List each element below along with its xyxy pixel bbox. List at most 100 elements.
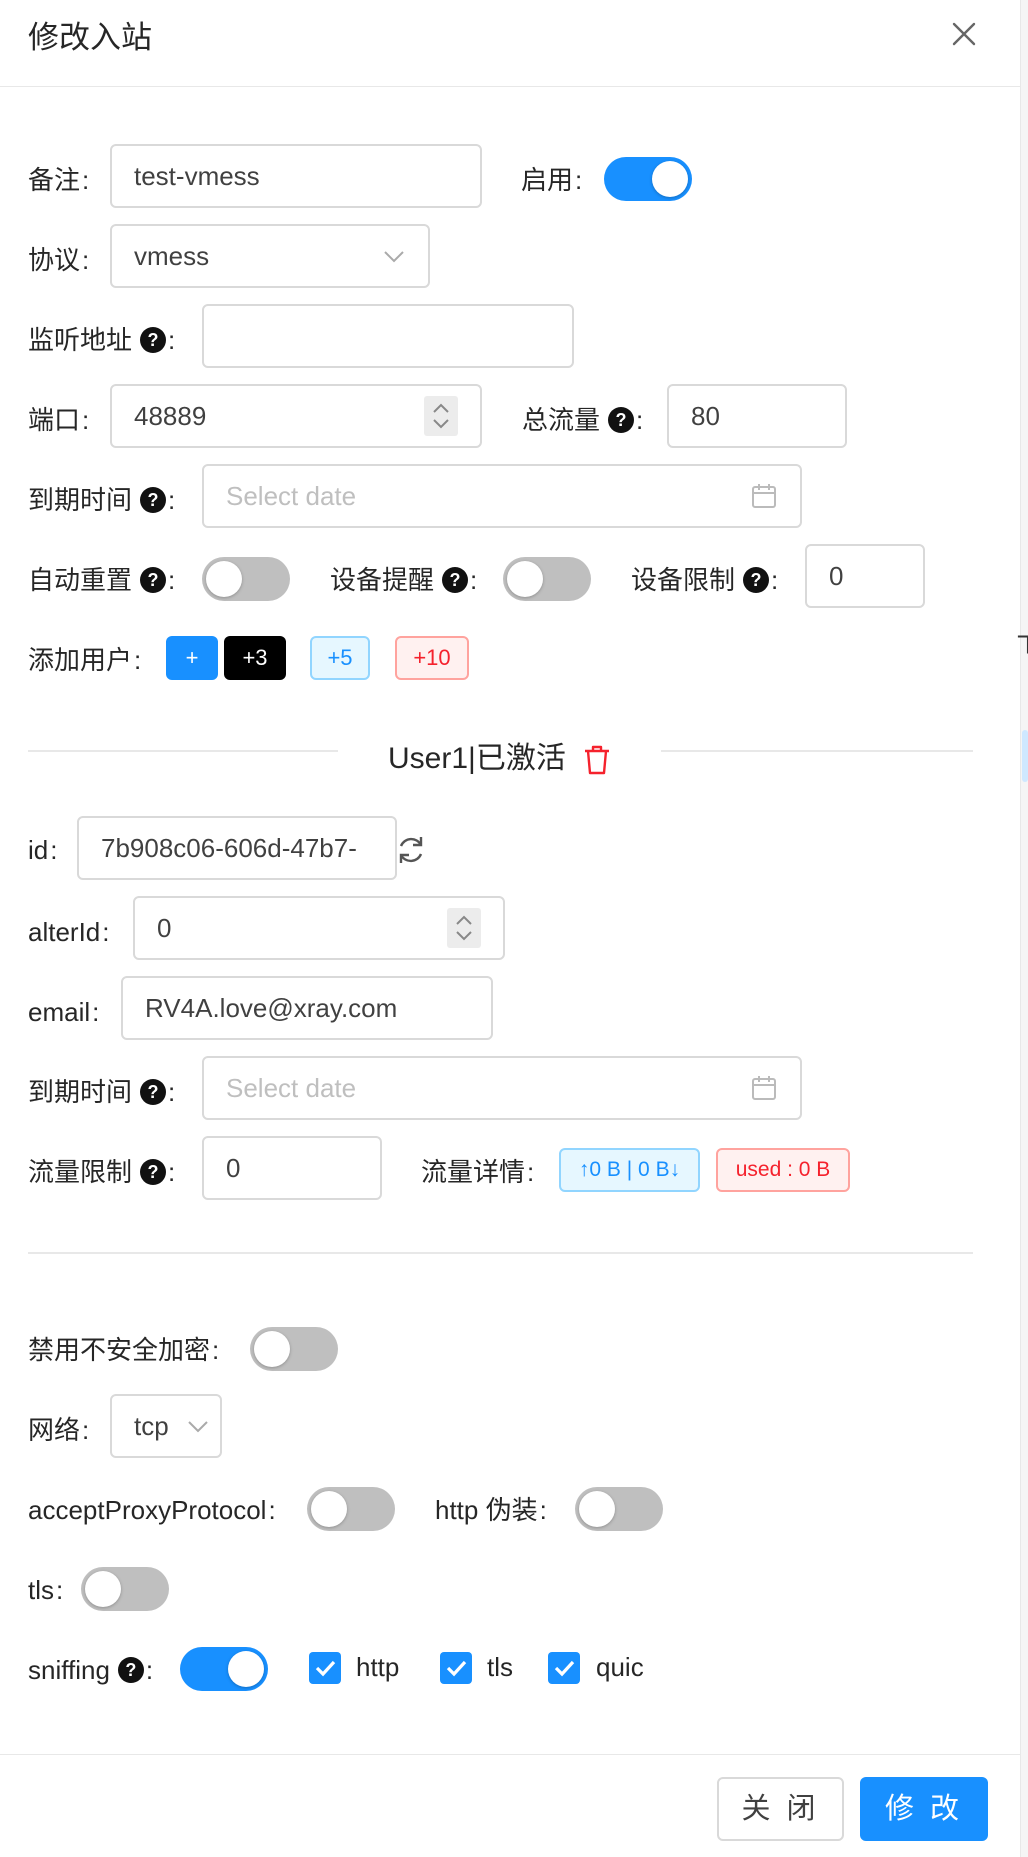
question-icon[interactable]: ? [140, 567, 167, 594]
question-icon[interactable]: ? [140, 327, 167, 354]
chevron-down-icon [188, 1421, 208, 1433]
stepper-icon[interactable] [424, 396, 458, 436]
enable-label: 启用: [521, 165, 583, 196]
submit-button[interactable]: 修 改 [860, 1777, 988, 1841]
background-page-edge [1020, 0, 1028, 1857]
add-one-user-button[interactable]: + [166, 636, 218, 680]
question-icon[interactable]: ? [608, 407, 635, 434]
add-user-label: 添加用户: [28, 645, 142, 676]
switch-knob [507, 561, 543, 597]
refresh-icon[interactable] [394, 833, 428, 867]
user-divider-right [661, 750, 973, 752]
sniffing-switch[interactable] [180, 1647, 268, 1691]
traffic-limit-input[interactable]: 0 [202, 1136, 382, 1200]
protocol-select[interactable]: vmess [110, 224, 430, 288]
edit-inbound-modal: 修改入站 备注: test-vmess 启用: 协议: vmess 监听地址?:… [0, 0, 1020, 1857]
traffic-used-tag: used : 0 B [716, 1148, 850, 1192]
port-input[interactable]: 48889 [110, 384, 482, 448]
listen-input[interactable] [202, 304, 574, 368]
switch-knob [85, 1571, 121, 1607]
question-icon[interactable]: ? [140, 1079, 167, 1106]
auto-reset-label: 自动重置?: [28, 565, 176, 596]
traffic-updown-tag: ↑0 B | 0 B↓ [559, 1148, 700, 1192]
add-five-users-button[interactable]: +5 [310, 636, 370, 680]
calendar-icon [752, 484, 776, 508]
tls-switch[interactable] [81, 1567, 169, 1611]
question-icon[interactable]: ? [140, 1159, 167, 1186]
accept-proxy-switch[interactable] [307, 1487, 395, 1531]
total-traffic-label: 总流量?: [522, 405, 644, 436]
expiry-placeholder: Select date [226, 481, 357, 511]
total-traffic-input[interactable]: 80 [667, 384, 847, 448]
chevron-down-icon [384, 251, 404, 263]
sniff-tls-label: tls [487, 1652, 513, 1682]
disable-insecure-label: 禁用不安全加密: [28, 1335, 220, 1366]
enable-switch[interactable] [604, 157, 692, 201]
email-input[interactable]: RV4A.love@xray.com [121, 976, 493, 1040]
sniffing-label: sniffing?: [28, 1655, 154, 1686]
tls-label: tls: [28, 1575, 64, 1606]
user-expiry-date-picker[interactable]: Select date [202, 1056, 802, 1120]
stepper-icon[interactable] [447, 908, 481, 948]
auto-reset-switch[interactable] [202, 557, 290, 601]
user-header: User1|已激活 [388, 733, 612, 777]
calendar-icon [752, 1076, 776, 1100]
switch-knob [228, 1651, 264, 1687]
protocol-label: 协议: [28, 245, 90, 276]
email-label: email: [28, 997, 100, 1028]
sniff-quic-label: quic [596, 1652, 644, 1682]
check-icon [315, 1660, 336, 1677]
check-icon [446, 1660, 467, 1677]
question-icon[interactable]: ? [140, 487, 167, 514]
background-page-glyph: ┐ [1018, 620, 1028, 651]
alter-id-label: alterId: [28, 917, 110, 948]
http-camouflage-label: http 伪装: [435, 1495, 547, 1526]
protocol-value: vmess [134, 241, 210, 271]
modal-title: 修改入站 [28, 20, 152, 55]
close-button[interactable]: 关 闭 [717, 1777, 844, 1841]
question-icon[interactable]: ? [117, 1657, 144, 1684]
http-camouflage-switch[interactable] [575, 1487, 663, 1531]
user-expiry-label: 到期时间?: [28, 1077, 176, 1108]
sniff-quic-checkbox[interactable] [548, 1652, 580, 1684]
network-value: tcp [134, 1411, 169, 1441]
question-icon[interactable]: ? [442, 567, 469, 594]
switch-knob [579, 1491, 615, 1527]
user-divider-left [28, 750, 338, 752]
device-limit-label: 设备限制?: [631, 565, 779, 596]
remark-label: 备注: [28, 165, 90, 196]
switch-knob [254, 1331, 290, 1367]
uuid-input[interactable]: 7b908c06-606d-47b7- [77, 816, 397, 880]
switch-knob [311, 1491, 347, 1527]
traffic-limit-label: 流量限制?: [28, 1157, 176, 1188]
device-alert-switch[interactable] [503, 557, 591, 601]
switch-knob [652, 161, 688, 197]
question-icon[interactable]: ? [743, 567, 770, 594]
add-ten-users-button[interactable]: +10 [395, 636, 469, 680]
device-limit-input[interactable]: 0 [805, 544, 925, 608]
sniff-tls-checkbox[interactable] [440, 1652, 472, 1684]
network-label: 网络: [28, 1415, 90, 1446]
trash-icon[interactable] [582, 744, 612, 776]
header-divider [0, 86, 1020, 87]
port-label: 端口: [28, 405, 90, 436]
close-icon[interactable] [946, 16, 982, 52]
device-alert-label: 设备提醒?: [330, 565, 478, 596]
listen-label: 监听地址?: [28, 325, 176, 356]
id-label: id: [28, 835, 58, 866]
sniff-http-label: http [356, 1652, 400, 1682]
expiry-label: 到期时间?: [28, 485, 176, 516]
port-value: 48889 [134, 401, 207, 431]
user-expiry-placeholder: Select date [226, 1073, 357, 1103]
network-select[interactable]: tcp [110, 1394, 222, 1458]
alter-id-input[interactable]: 0 [133, 896, 505, 960]
traffic-detail-label: 流量详情: [421, 1157, 535, 1188]
background-page-highlight [1022, 730, 1028, 782]
check-icon [554, 1660, 575, 1677]
disable-insecure-switch[interactable] [250, 1327, 338, 1371]
sniff-http-checkbox[interactable] [309, 1652, 341, 1684]
switch-knob [206, 561, 242, 597]
expiry-date-picker[interactable]: Select date [202, 464, 802, 528]
remark-input[interactable]: test-vmess [110, 144, 482, 208]
add-three-users-button[interactable]: +3 [224, 636, 286, 680]
